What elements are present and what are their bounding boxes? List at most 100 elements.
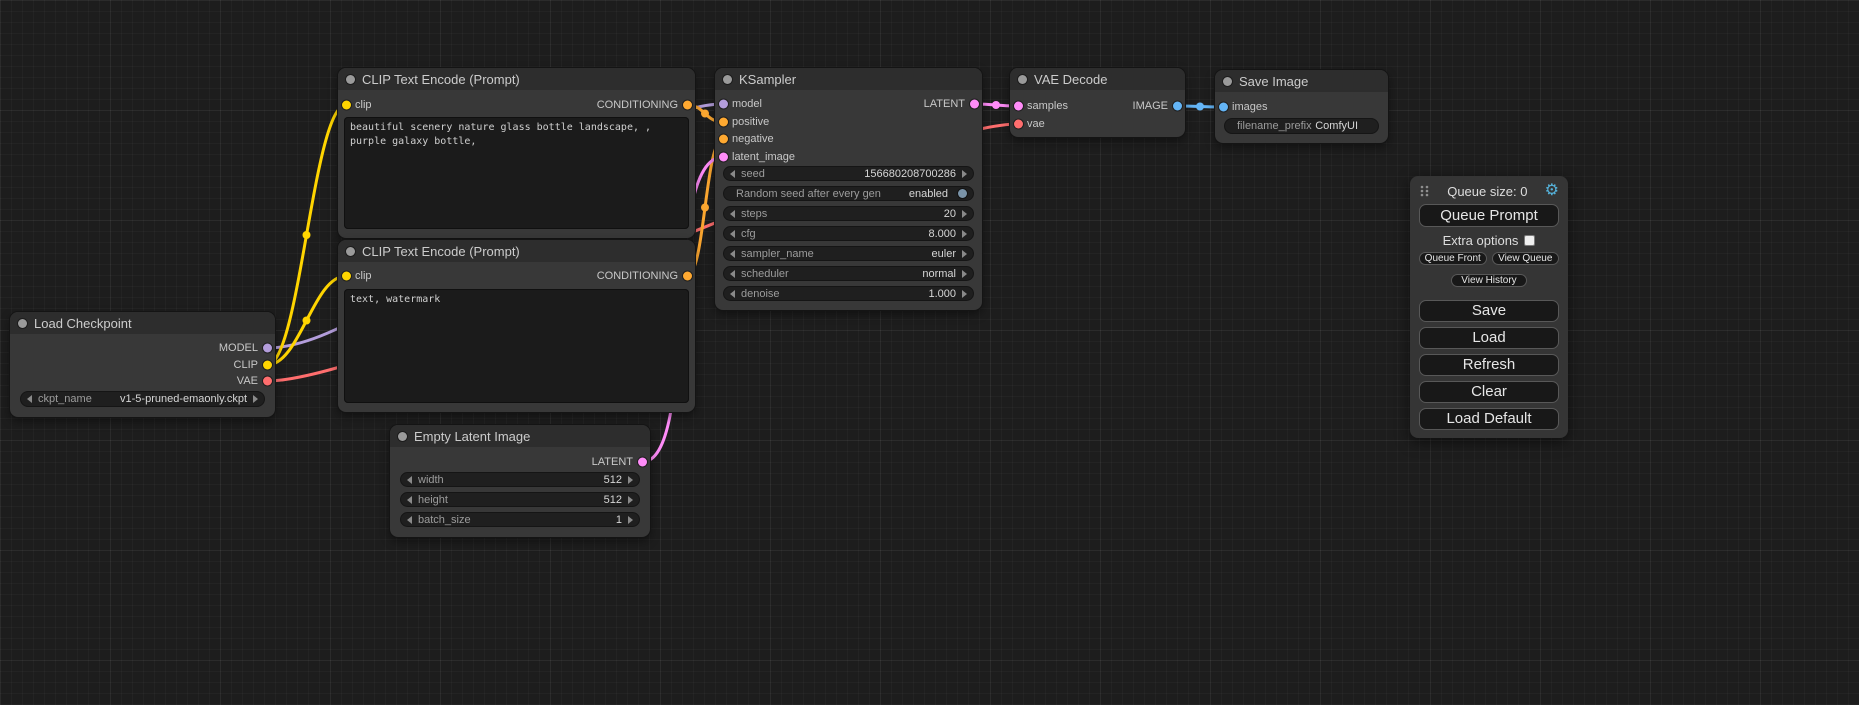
decrement-arrow-icon[interactable] xyxy=(730,230,735,238)
collapse-dot-icon[interactable] xyxy=(18,319,27,328)
node-save-image[interactable]: Save Image images filename_prefix ComfyU… xyxy=(1215,70,1388,143)
input-slot-model[interactable] xyxy=(719,100,728,109)
collapse-dot-icon[interactable] xyxy=(723,75,732,84)
queue-prompt-button[interactable]: Queue Prompt xyxy=(1419,204,1559,227)
node-load-checkpoint[interactable]: Load Checkpoint MODEL CLIP VAE ckpt_name… xyxy=(10,312,275,417)
widget-value: 156680208700286 xyxy=(864,168,956,180)
output-slot-conditioning[interactable] xyxy=(683,272,692,281)
sampler-name-widget[interactable]: sampler_name euler xyxy=(723,246,974,261)
node-title-bar[interactable]: Load Checkpoint xyxy=(10,312,275,334)
collapse-dot-icon[interactable] xyxy=(1223,77,1232,86)
increment-arrow-icon[interactable] xyxy=(253,395,258,403)
increment-arrow-icon[interactable] xyxy=(962,210,967,218)
output-slot-latent[interactable] xyxy=(970,100,979,109)
decrement-arrow-icon[interactable] xyxy=(730,270,735,278)
widget-label: steps xyxy=(741,208,767,220)
node-title: Save Image xyxy=(1239,74,1308,89)
input-slot-positive[interactable] xyxy=(719,118,728,127)
input-slot-images[interactable] xyxy=(1219,103,1228,112)
queue-front-button[interactable]: Queue Front xyxy=(1419,252,1487,265)
link-midpoint-dot xyxy=(992,101,1000,109)
node-title-bar[interactable]: CLIP Text Encode (Prompt) xyxy=(338,68,695,90)
output-label: CLIP xyxy=(234,359,258,371)
output-slot-latent[interactable] xyxy=(638,458,647,467)
increment-arrow-icon[interactable] xyxy=(962,230,967,238)
view-queue-button[interactable]: View Queue xyxy=(1492,252,1560,265)
decrement-arrow-icon[interactable] xyxy=(730,250,735,258)
input-slot-latent-image[interactable] xyxy=(719,153,728,162)
node-title-bar[interactable]: Save Image xyxy=(1215,70,1388,92)
node-title-bar[interactable]: VAE Decode xyxy=(1010,68,1185,90)
seed-widget[interactable]: seed 156680208700286 xyxy=(723,166,974,181)
height-widget[interactable]: height 512 xyxy=(400,492,640,507)
save-button[interactable]: Save xyxy=(1419,300,1559,322)
input-label: model xyxy=(732,98,762,110)
increment-arrow-icon[interactable] xyxy=(962,170,967,178)
input-label: vae xyxy=(1027,118,1045,130)
refresh-button[interactable]: Refresh xyxy=(1419,354,1559,376)
node-clip-text-encode-negative[interactable]: CLIP Text Encode (Prompt) clip CONDITION… xyxy=(338,240,695,412)
load-default-button[interactable]: Load Default xyxy=(1419,408,1559,430)
width-widget[interactable]: width 512 xyxy=(400,472,640,487)
decrement-arrow-icon[interactable] xyxy=(730,210,735,218)
decrement-arrow-icon[interactable] xyxy=(407,496,412,504)
increment-arrow-icon[interactable] xyxy=(962,270,967,278)
decrement-arrow-icon[interactable] xyxy=(730,290,735,298)
clear-button[interactable]: Clear xyxy=(1419,381,1559,403)
node-title-bar[interactable]: KSampler xyxy=(715,68,982,90)
output-slot-conditioning[interactable] xyxy=(683,101,692,110)
increment-arrow-icon[interactable] xyxy=(628,516,633,524)
prompt-textarea[interactable]: text, watermark xyxy=(344,289,689,403)
ckpt-name-widget[interactable]: ckpt_name v1-5-pruned-emaonly.ckpt xyxy=(20,391,265,407)
view-history-button[interactable]: View History xyxy=(1451,274,1527,287)
decrement-arrow-icon[interactable] xyxy=(730,170,735,178)
batch-size-widget[interactable]: batch_size 1 xyxy=(400,512,640,527)
output-slot-model[interactable] xyxy=(263,344,272,353)
drag-handle-icon[interactable] xyxy=(1419,184,1430,198)
increment-arrow-icon[interactable] xyxy=(628,476,633,484)
node-title-bar[interactable]: CLIP Text Encode (Prompt) xyxy=(338,240,695,262)
decrement-arrow-icon[interactable] xyxy=(407,476,412,484)
node-title-bar[interactable]: Empty Latent Image xyxy=(390,425,650,447)
node-clip-text-encode-positive[interactable]: CLIP Text Encode (Prompt) clip CONDITION… xyxy=(338,68,695,238)
collapse-dot-icon[interactable] xyxy=(1018,75,1027,84)
input-label: clip xyxy=(355,270,372,282)
decrement-arrow-icon[interactable] xyxy=(407,516,412,524)
prompt-textarea[interactable]: beautiful scenery nature glass bottle la… xyxy=(344,117,689,229)
input-slot-samples[interactable] xyxy=(1014,102,1023,111)
settings-gear-icon[interactable]: ⚙ xyxy=(1545,183,1559,199)
input-slot-clip[interactable] xyxy=(342,101,351,110)
node-vae-decode[interactable]: VAE Decode samples IMAGE vae xyxy=(1010,68,1185,137)
collapse-dot-icon[interactable] xyxy=(346,247,355,256)
output-slot-vae[interactable] xyxy=(263,377,272,386)
random-seed-toggle-widget[interactable]: Random seed after every gen enabled xyxy=(723,186,974,201)
extra-options-label: Extra options xyxy=(1443,233,1519,248)
increment-arrow-icon[interactable] xyxy=(962,250,967,258)
input-label: latent_image xyxy=(732,151,795,163)
widget-label: scheduler xyxy=(741,268,789,280)
steps-widget[interactable]: steps 20 xyxy=(723,206,974,221)
widget-value: euler xyxy=(932,248,956,260)
increment-arrow-icon[interactable] xyxy=(962,290,967,298)
input-slot-clip[interactable] xyxy=(342,272,351,281)
filename-prefix-widget[interactable]: filename_prefix ComfyUI xyxy=(1224,118,1379,134)
node-title: CLIP Text Encode (Prompt) xyxy=(362,72,520,87)
comfy-menu-panel: Queue size: 0 ⚙ Queue Prompt Extra optio… xyxy=(1410,176,1568,438)
output-slot-clip[interactable] xyxy=(263,361,272,370)
node-empty-latent-image[interactable]: Empty Latent Image LATENT width 512 heig… xyxy=(390,425,650,537)
link-midpoint-dot xyxy=(303,317,311,325)
decrement-arrow-icon[interactable] xyxy=(27,395,32,403)
increment-arrow-icon[interactable] xyxy=(628,496,633,504)
input-slot-negative[interactable] xyxy=(719,135,728,144)
load-button[interactable]: Load xyxy=(1419,327,1559,349)
cfg-widget[interactable]: cfg 8.000 xyxy=(723,226,974,241)
scheduler-widget[interactable]: scheduler normal xyxy=(723,266,974,281)
collapse-dot-icon[interactable] xyxy=(398,432,407,441)
input-slot-vae[interactable] xyxy=(1014,120,1023,129)
output-slot-image[interactable] xyxy=(1173,102,1182,111)
denoise-widget[interactable]: denoise 1.000 xyxy=(723,286,974,301)
node-ksampler[interactable]: KSampler model LATENT positive negative … xyxy=(715,68,982,310)
extra-options-checkbox[interactable] xyxy=(1524,235,1535,246)
collapse-dot-icon[interactable] xyxy=(346,75,355,84)
toggle-knob-icon[interactable] xyxy=(958,189,967,198)
